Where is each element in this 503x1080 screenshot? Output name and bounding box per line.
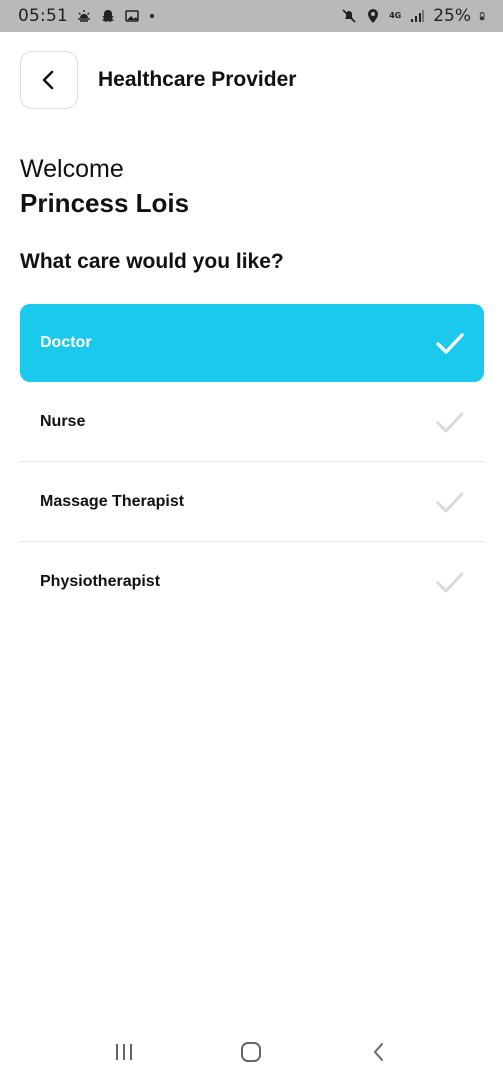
care-option-physiotherapist[interactable]: Physiotherapist — [20, 542, 484, 622]
recent-apps-button[interactable] — [104, 1032, 144, 1072]
check-icon — [436, 412, 464, 432]
care-options-list: Doctor Nurse Massage Therapist Physiothe… — [20, 304, 484, 622]
check-icon — [436, 333, 464, 354]
care-option-doctor[interactable]: Doctor — [20, 304, 484, 382]
battery-icon — [479, 11, 485, 21]
signal-icon — [411, 10, 425, 22]
more-notifications-dot — [150, 14, 154, 18]
care-option-massage-therapist[interactable]: Massage Therapist — [20, 462, 484, 542]
system-back-button[interactable] — [359, 1032, 399, 1072]
chevron-left-icon — [42, 70, 54, 90]
page-title: Healthcare Provider — [98, 68, 297, 91]
care-option-label: Physiotherapist — [40, 573, 161, 590]
network-type: 4G — [389, 11, 402, 20]
check-icon — [436, 572, 464, 593]
system-nav-bar — [0, 1024, 503, 1080]
location-icon — [368, 9, 379, 23]
weather-icon — [78, 10, 90, 22]
user-name: Princess Lois — [20, 188, 190, 218]
battery-percent: 25% — [433, 6, 471, 26]
status-time: 05:51 — [18, 6, 68, 26]
snapchat-icon — [102, 10, 114, 22]
home-icon — [241, 1042, 262, 1062]
app-screen: 05:51 4G 25% Healthcare Provider Welcome… — [0, 0, 503, 1080]
status-right: 4G 25% — [341, 6, 489, 26]
back-button[interactable] — [20, 51, 78, 109]
check-icon — [436, 492, 464, 512]
mute-icon — [342, 9, 356, 23]
home-button[interactable] — [231, 1032, 271, 1072]
care-option-nurse[interactable]: Nurse — [20, 382, 484, 462]
status-bar: 05:51 4G 25% — [0, 0, 503, 32]
care-question: What care would you like? — [20, 250, 284, 273]
status-left: 05:51 — [18, 6, 154, 26]
gallery-icon — [125, 10, 139, 22]
care-option-label: Nurse — [40, 412, 86, 430]
back-arrow-icon — [374, 1043, 384, 1061]
care-option-label: Doctor — [40, 334, 92, 351]
care-option-label: Massage Therapist — [40, 492, 185, 510]
welcome-greeting: Welcome — [20, 155, 124, 183]
recent-apps-icon — [115, 1044, 132, 1060]
